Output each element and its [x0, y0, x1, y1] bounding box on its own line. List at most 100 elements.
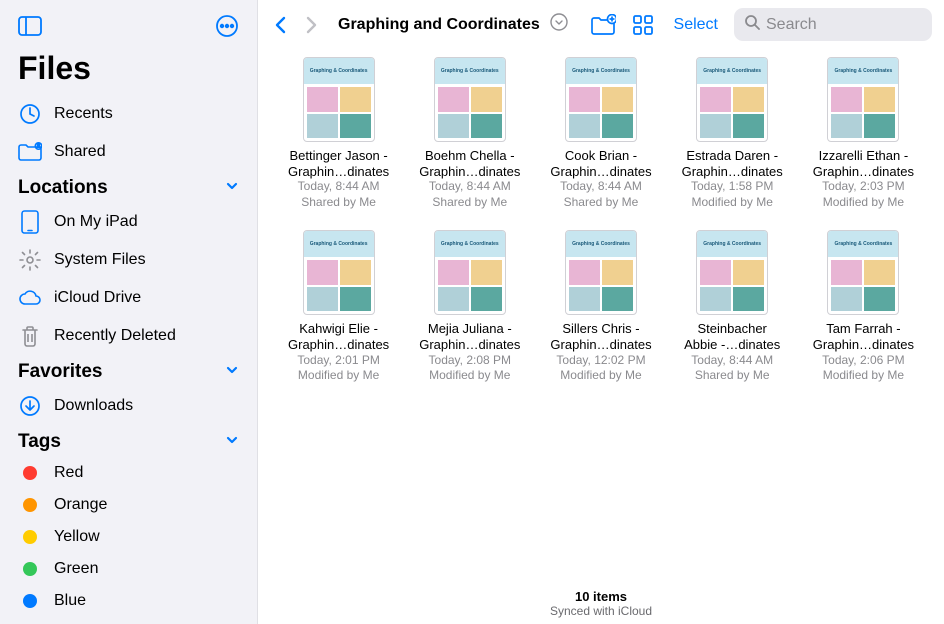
file-name: Graphin…dinates: [813, 164, 914, 180]
tag-label: Yellow: [54, 528, 100, 546]
file-name: Graphin…dinates: [288, 164, 389, 180]
sidebar-item-recently-deleted[interactable]: Recently Deleted: [0, 317, 257, 355]
tag-green[interactable]: Green: [0, 553, 257, 585]
file-date: Today, 8:44 AM: [429, 179, 511, 195]
tag-label: Green: [54, 560, 98, 578]
toggle-sidebar-icon[interactable]: [16, 12, 44, 40]
more-options-icon[interactable]: [213, 12, 241, 40]
status-footer: 10 items Synced with iCloud: [258, 581, 944, 624]
favorites-header[interactable]: Favorites: [0, 355, 257, 387]
shared-folder-icon: [18, 140, 42, 164]
file-item[interactable]: Graphing & CoordinatesBoehm Chella -Grap…: [409, 57, 530, 210]
file-name: Graphin…dinates: [813, 337, 914, 353]
file-name: Kahwigi Elie -: [299, 321, 378, 337]
clock-icon: [18, 102, 42, 126]
file-status: Modified by Me: [823, 195, 904, 211]
new-folder-icon[interactable]: [586, 10, 620, 40]
file-date: Today, 2:01 PM: [297, 353, 380, 369]
file-date: Today, 2:06 PM: [822, 353, 905, 369]
chevron-down-icon: [225, 179, 239, 198]
sidebar-item-on-my-ipad[interactable]: On My iPad: [0, 203, 257, 241]
tag-label: Orange: [54, 496, 107, 514]
file-thumbnail: Graphing & Coordinates: [565, 230, 637, 315]
file-date: Today, 8:44 AM: [691, 353, 773, 369]
tag-orange[interactable]: Orange: [0, 489, 257, 521]
sidebar-item-shared[interactable]: Shared: [0, 133, 257, 171]
sidebar-title: Files: [0, 50, 257, 87]
file-thumbnail: Graphing & Coordinates: [827, 57, 899, 142]
toolbar: Graphing and Coordinates Select: [258, 0, 944, 49]
sidebar-item-system-files[interactable]: System Files: [0, 241, 257, 279]
tag-dot-icon: [23, 466, 37, 480]
item-count: 10 items: [258, 589, 944, 604]
file-name: Graphin…dinates: [288, 337, 389, 353]
file-date: Today, 8:44 AM: [298, 179, 380, 195]
file-item[interactable]: Graphing & Coordinates Sillers Chris -Gra…: [540, 230, 661, 383]
search-input[interactable]: [766, 16, 944, 34]
sidebar-item-recents[interactable]: Recents: [0, 95, 257, 133]
file-status: Shared by Me: [301, 195, 376, 211]
file-thumbnail: Graphing & Coordinates: [696, 230, 768, 315]
main-area: Graphing and Coordinates Select Graphing…: [258, 0, 944, 624]
tag-dot-icon: [23, 594, 37, 608]
locations-header[interactable]: Locations: [0, 171, 257, 203]
tag-dot-icon: [23, 498, 37, 512]
file-item[interactable]: Graphing & Coordinates SteinbacherAbbie -…: [672, 230, 793, 383]
file-name: Steinbacher: [698, 321, 767, 337]
sidebar-item-downloads[interactable]: Downloads: [0, 387, 257, 425]
file-item[interactable]: Graphing & Coordinates Tam Farrah -Graphi…: [803, 230, 924, 383]
forward-button[interactable]: [300, 11, 322, 39]
file-date: Today, 1:58 PM: [691, 179, 774, 195]
file-date: Today, 8:44 AM: [560, 179, 642, 195]
sidebar-item-label: Recents: [54, 105, 113, 123]
file-name: Sillers Chris -: [562, 321, 639, 337]
tag-label: Red: [54, 464, 83, 482]
file-name: Abbie -…dinates: [684, 337, 780, 353]
file-item[interactable]: Graphing & CoordinatesBettinger Jason -G…: [278, 57, 399, 210]
sidebar-item-label: Downloads: [54, 397, 133, 415]
file-thumbnail: Graphing & Coordinates: [565, 57, 637, 142]
trash-icon: [18, 324, 42, 348]
file-name: Tam Farrah -: [826, 321, 900, 337]
file-thumbnail: Graphing & Coordinates: [303, 57, 375, 142]
file-status: Modified by Me: [429, 368, 510, 384]
file-date: Today, 12:02 PM: [556, 353, 645, 369]
file-status: Shared by Me: [695, 368, 770, 384]
sync-status: Synced with iCloud: [258, 604, 944, 618]
chevron-down-icon: [225, 433, 239, 452]
tags-header[interactable]: Tags: [0, 425, 257, 457]
folder-menu-icon[interactable]: [550, 13, 568, 36]
select-button[interactable]: Select: [666, 16, 726, 34]
file-date: Today, 2:03 PM: [822, 179, 905, 195]
sidebar-item-label: System Files: [54, 251, 146, 269]
file-item[interactable]: Graphing & CoordinatesMejia Juliana -Gra…: [409, 230, 530, 383]
file-name: Izzarelli Ethan -: [819, 148, 909, 164]
file-item[interactable]: Graphing & CoordinatesEstrada Daren -Gra…: [672, 57, 793, 210]
file-name: Graphin…dinates: [550, 337, 651, 353]
grid-view-icon[interactable]: [628, 10, 658, 40]
search-field[interactable]: [734, 8, 932, 41]
file-name: Graphin…dinates: [419, 337, 520, 353]
file-date: Today, 2:08 PM: [429, 353, 512, 369]
folder-title[interactable]: Graphing and Coordinates: [338, 16, 540, 34]
file-name: Graphin…dinates: [550, 164, 651, 180]
file-item[interactable]: Graphing & CoordinatesCook Brian -Graphi…: [540, 57, 661, 210]
sidebar-item-icloud-drive[interactable]: iCloud Drive: [0, 279, 257, 317]
file-thumbnail: Graphing & Coordinates: [827, 230, 899, 315]
file-name: Mejia Juliana -: [428, 321, 512, 337]
tag-red[interactable]: Red: [0, 457, 257, 489]
back-button[interactable]: [270, 11, 292, 39]
file-item[interactable]: Graphing & Coordinates Kahwigi Elie -Grap…: [278, 230, 399, 383]
file-thumbnail: Graphing & Coordinates: [303, 230, 375, 315]
file-name: Graphin…dinates: [419, 164, 520, 180]
file-status: Modified by Me: [692, 195, 773, 211]
tag-blue[interactable]: Blue: [0, 585, 257, 617]
tag-yellow[interactable]: Yellow: [0, 521, 257, 553]
download-icon: [18, 394, 42, 418]
sidebar-item-label: Shared: [54, 143, 106, 161]
file-item[interactable]: Graphing & Coordinates Izzarelli Ethan -G…: [803, 57, 924, 210]
sidebar: Files Recents Shared Locations On My iPad…: [0, 0, 258, 624]
tag-dot-icon: [23, 562, 37, 576]
file-name: Estrada Daren -: [686, 148, 778, 164]
gear-icon: [18, 248, 42, 272]
